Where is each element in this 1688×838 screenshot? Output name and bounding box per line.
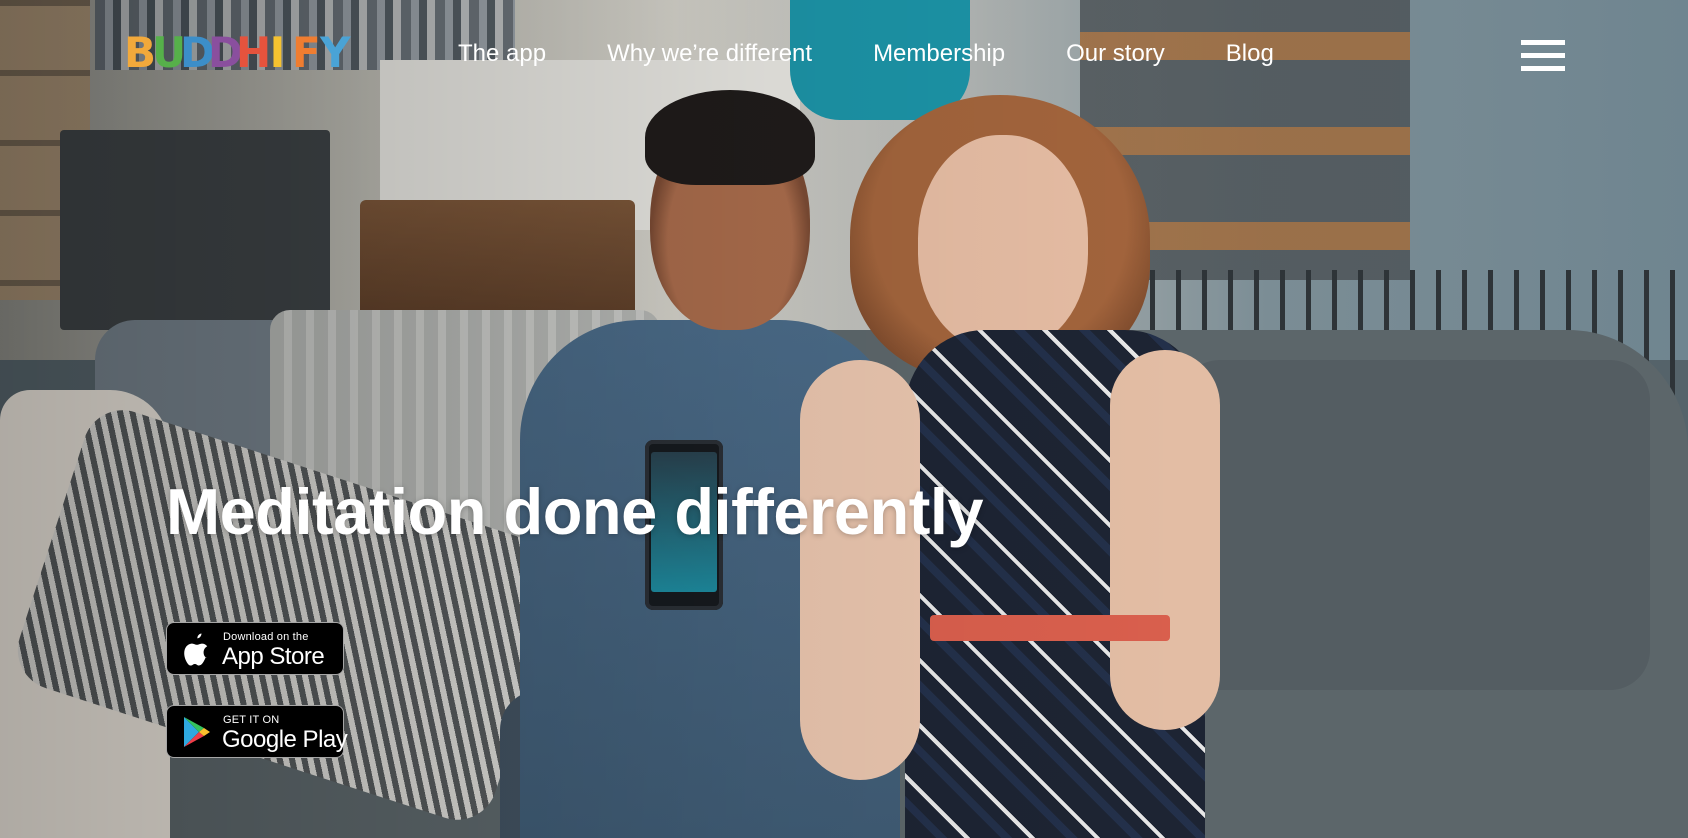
google-play-big-text: Google Play	[222, 726, 348, 753]
app-store-button[interactable]: Download on the App Store	[166, 622, 344, 675]
logo-letter: F	[292, 28, 321, 77]
nav-link-why-different[interactable]: Why we’re different	[607, 36, 812, 72]
site-header: BUDDHIFY The app Why we’re different Mem…	[0, 0, 1688, 110]
app-store-big-text: App Store	[222, 643, 325, 670]
hero-section: BUDDHIFY The app Why we’re different Mem…	[0, 0, 1688, 838]
menu-bar	[1521, 66, 1565, 71]
logo-letter: Y	[320, 28, 351, 77]
nav-link-blog[interactable]: Blog	[1226, 36, 1274, 72]
google-play-icon	[184, 717, 210, 747]
google-play-small-text: GET IT ON	[223, 714, 280, 726]
logo-letter: D	[208, 28, 243, 77]
app-store-small-text: Download on the	[223, 631, 309, 643]
menu-bar	[1521, 40, 1565, 45]
menu-bar	[1521, 53, 1565, 58]
apple-icon	[184, 633, 208, 666]
logo-letter: I	[269, 28, 286, 77]
logo-letter: U	[152, 28, 187, 77]
logo-letter: B	[124, 28, 157, 77]
google-play-button[interactable]: GET IT ON Google Play	[166, 705, 348, 758]
main-nav: The app Why we’re different Membership O…	[458, 36, 1274, 72]
nav-link-the-app[interactable]: The app	[458, 36, 546, 72]
hero-headline: Meditation done differently	[166, 475, 984, 548]
hamburger-menu-icon[interactable]	[1521, 40, 1565, 74]
logo-letter: H	[236, 28, 272, 77]
logo-letter: D	[180, 28, 215, 77]
nav-link-membership[interactable]: Membership	[873, 36, 1005, 72]
nav-link-our-story[interactable]: Our story	[1066, 36, 1165, 72]
buddhify-logo[interactable]: BUDDHIFY	[124, 28, 351, 77]
